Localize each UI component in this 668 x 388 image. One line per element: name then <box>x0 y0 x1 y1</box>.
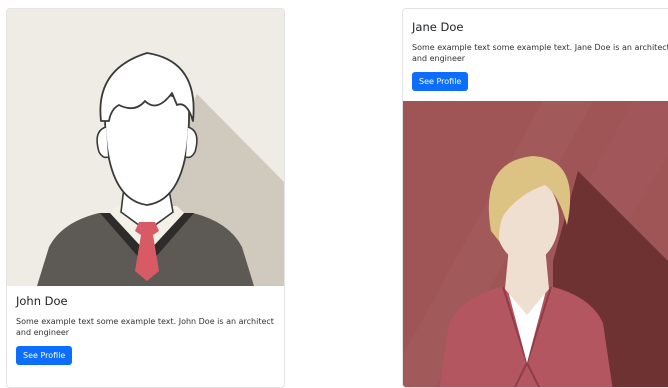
card-title: John Doe <box>16 294 68 308</box>
profile-card-jane: Jane Doe Some example text some example … <box>402 8 668 388</box>
card-text: Some example text some example text. Jan… <box>412 43 668 63</box>
card-text: Some example text some example text. Joh… <box>16 317 274 337</box>
female-avatar-icon <box>403 101 668 387</box>
see-profile-button[interactable]: See Profile <box>412 72 469 91</box>
male-avatar-icon <box>7 9 284 286</box>
see-profile-button[interactable]: See Profile <box>16 346 73 365</box>
card-title: Jane Doe <box>412 20 464 34</box>
profile-card-john: John Doe Some example text some example … <box>6 8 285 388</box>
